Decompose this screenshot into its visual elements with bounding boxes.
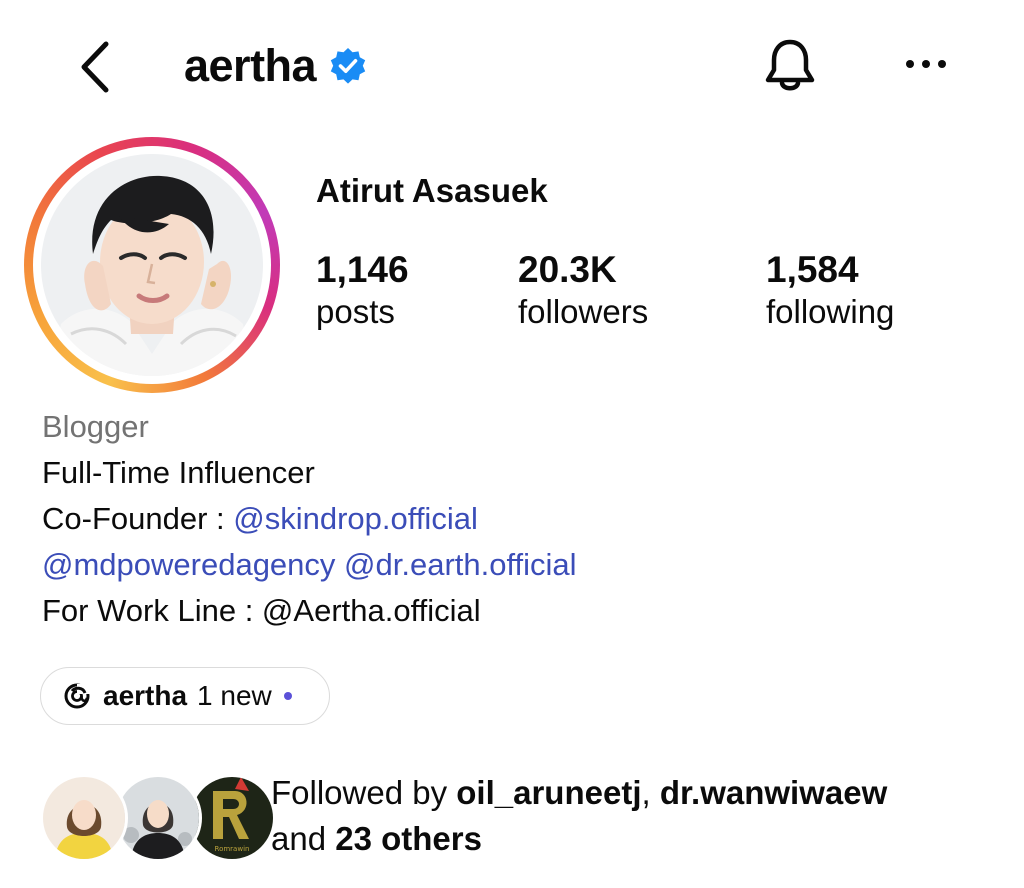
- posts-label: posts: [316, 293, 395, 330]
- mention-link-skindrop[interactable]: @skindrop.official: [233, 501, 478, 536]
- mention-link-drearth[interactable]: @dr.earth.official: [344, 547, 577, 582]
- more-options-button[interactable]: [896, 44, 956, 84]
- followed-by-text[interactable]: Followed by oil_aruneetj, dr.wanwiwaew an…: [271, 770, 991, 862]
- followed-by-prefix: Followed by: [271, 774, 457, 811]
- bio-cofounder-line: Co-Founder : @skindrop.official: [42, 496, 942, 542]
- following-value: 1,584: [766, 249, 859, 290]
- username: aertha: [184, 40, 317, 91]
- profile-photo: [41, 154, 263, 376]
- bio-line: Full-Time Influencer: [42, 455, 315, 490]
- mention-link-mdpoweredagency[interactable]: @mdpoweredagency: [42, 547, 335, 582]
- posts-count[interactable]: 1,146 posts: [316, 248, 409, 332]
- following-count[interactable]: 1,584 following: [766, 248, 894, 332]
- followed-by-separator: ,: [641, 774, 660, 811]
- chevron-left-icon: [81, 41, 109, 93]
- bio-cofounder-prefix: Co-Founder :: [42, 501, 234, 536]
- profile-full-name: Atirut Asasuek: [316, 172, 548, 209]
- profile-avatar[interactable]: [24, 137, 280, 393]
- following-label: following: [766, 293, 895, 330]
- bio-mentions-line: @mdpoweredagency @dr.earth.official: [42, 542, 942, 588]
- threads-badge-button[interactable]: aertha 1 new: [40, 667, 330, 725]
- verified-badge-icon: [330, 48, 366, 84]
- followers-value: 20.3K: [518, 249, 617, 290]
- mutual-follower-username: dr.wanwiwaew: [659, 774, 888, 811]
- mutual-avatar: [40, 774, 128, 862]
- mutual-avatar-caption: Romrawin: [215, 845, 250, 853]
- username-header: aertha: [184, 36, 368, 96]
- threads-username: aertha: [103, 680, 188, 711]
- mutual-followers-others-count: 23 others: [335, 820, 482, 857]
- posts-value: 1,146: [316, 249, 409, 290]
- followed-by-middle: and: [271, 820, 336, 857]
- bio-work-line: For Work Line : @Aertha.official: [42, 593, 481, 628]
- followers-count[interactable]: 20.3K followers: [518, 248, 648, 332]
- bell-icon: [765, 39, 815, 91]
- more-horizontal-icon: [906, 60, 946, 68]
- threads-new-dot: [283, 692, 292, 700]
- threads-new-count: 1 new: [197, 680, 272, 711]
- bio-category: Blogger: [42, 409, 149, 444]
- mutual-follower-username: oil_aruneetj: [456, 774, 642, 811]
- back-button[interactable]: [72, 36, 122, 98]
- followers-label: followers: [518, 293, 649, 330]
- threads-icon: [64, 683, 91, 709]
- profile-bio: Blogger Full-Time Influencer Co-Founder …: [42, 404, 942, 634]
- notifications-button[interactable]: [762, 36, 818, 96]
- mutual-followers-avatars[interactable]: Romrawin: [40, 774, 276, 862]
